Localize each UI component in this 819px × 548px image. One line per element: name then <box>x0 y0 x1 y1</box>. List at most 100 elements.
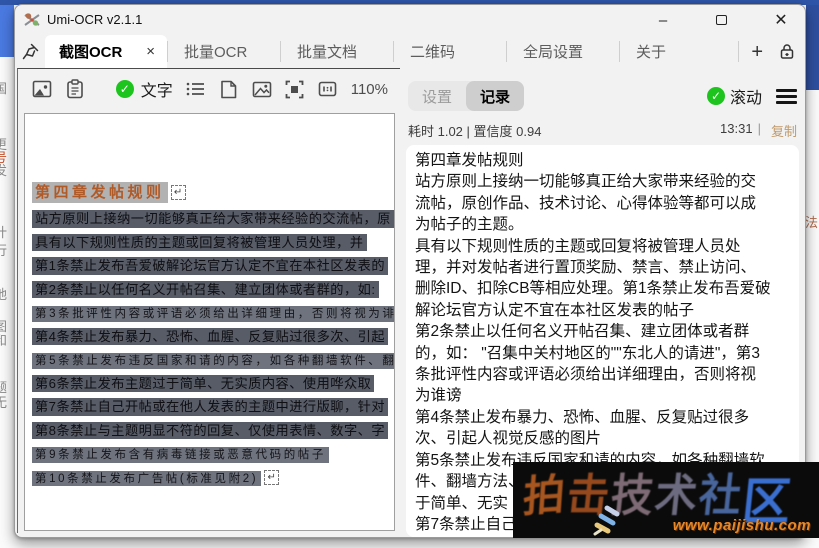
screenshot-icon <box>32 80 52 98</box>
ocr-result-line: 次、引起人视觉反感的图片 <box>415 428 790 449</box>
ocr-result-line: 流帖，原创作品、技术讨论、心得体验等都可以成 <box>415 193 790 214</box>
ocr-overlay-text: 第3条批评性内容或评语必须给出详细理由，否则将视为诽 <box>32 306 394 322</box>
add-tab-button[interactable]: + <box>751 42 763 62</box>
ocr-overlay-line: 具有以下规则性质的主题或回复将被管理人员处理，并 <box>32 234 394 252</box>
pin-window-button[interactable] <box>15 35 45 68</box>
close-window-button[interactable]: ✕ <box>761 5 801 35</box>
ocr-overlay-text: 第1条禁止发布吾爱破解论坛官方认定不宜在本社区发表的 <box>32 257 388 275</box>
ocr-overlay-text: 第10条禁止发布广告帖(标准见附2) <box>32 471 261 487</box>
ocr-overlay-line: 第四章发帖规则↵ <box>32 182 394 203</box>
list-order-icon <box>186 81 205 97</box>
zoom-level-label: 110% <box>351 81 388 98</box>
ocr-overlay-line: 第10条禁止发布广告帖(标准见附2)↵ <box>32 469 394 487</box>
tab-settings[interactable]: 设置 <box>408 81 466 111</box>
watermark-pen-doodle-icon <box>591 504 633 538</box>
ocr-result-line: 解论坛官方认定不宜在本社区发表的帖子 <box>415 300 790 321</box>
tab-close-icon[interactable]: × <box>144 43 157 60</box>
lock-tabs-button[interactable] <box>779 43 795 60</box>
background-text-fragment: 地 <box>0 284 13 303</box>
lock-icon <box>779 43 795 60</box>
tab-about[interactable]: 关于 <box>619 41 732 62</box>
ocr-overlay-line: 第1条禁止发布吾爱破解论坛官方认定不宜在本社区发表的 <box>32 257 394 275</box>
maximize-glyph <box>716 15 727 25</box>
ocr-result-line: 条批评性内容或评语必须给出详细理由，否则将视 <box>415 364 790 385</box>
tab-batch-ocr[interactable]: 批量OCR <box>167 41 280 62</box>
screenshot-image-viewport[interactable]: 第四章发帖规则↵站方原则上接纳一切能够真正给大家带来经验的交流帖，原具有以下规则… <box>24 113 395 531</box>
ocr-result-line: 第2条禁止以任何名义开帖召集、建立团体或者群 <box>415 321 790 342</box>
ocr-result-line: 第四章发帖规则 <box>415 150 790 171</box>
tab-bar: 截图OCR × 批量OCR 批量文档 二维码 全局设置 关于 + <box>15 35 805 68</box>
fit-view-button[interactable] <box>285 79 305 99</box>
screenshot-viewer-panel: ✓ 文字 <box>17 68 400 533</box>
meta-separator: | <box>758 121 761 140</box>
record-meta-row: 耗时 1.02 | 置信度 0.94 13:31 | 复制 <box>408 121 797 140</box>
actual-size-button[interactable] <box>318 79 338 99</box>
ocr-overlay-text: 站方原则上接纳一切能够真正给大家带来经验的交流帖，原 <box>32 210 394 228</box>
records-menu-button[interactable] <box>776 89 797 104</box>
app-window: Umi-OCR v2.1.1 – ✕ 截图OCR × 批量OCR 批量文档 二维… <box>14 4 806 538</box>
image-icon <box>252 81 272 98</box>
ocr-result-line: 为帖子的主题。 <box>415 214 790 235</box>
screenshot-button[interactable] <box>32 79 52 99</box>
tab-records[interactable]: 记录 <box>466 81 524 111</box>
fit-screen-icon <box>285 80 304 99</box>
minimize-button[interactable]: – <box>643 5 683 35</box>
background-text-fragment: 国 <box>0 78 13 97</box>
background-text-fragment: 法 <box>805 212 819 231</box>
ocr-result-line: 具有以下规则性质的主题或回复将被管理人员处 <box>415 236 790 257</box>
maximize-button[interactable] <box>701 5 741 35</box>
clipboard-paste-icon <box>66 79 84 99</box>
background-text-fragment: 计 <box>0 222 13 241</box>
ocr-overlay-text: 第8条禁止与主题明显不符的回复、仅使用表情、数字、字 <box>32 422 388 440</box>
viewer-toolbar: ✓ 文字 <box>18 69 400 109</box>
meta-spacer <box>541 121 720 140</box>
copy-button[interactable]: 复制 <box>771 121 797 140</box>
ocr-result-line: 为谁谤 <box>415 385 790 406</box>
enter-symbol-icon: ↵ <box>264 470 279 485</box>
tab-screenshot-ocr[interactable]: 截图OCR × <box>45 35 167 68</box>
ocr-overlay-line: 站方原则上接纳一切能够真正给大家带来经验的交流帖，原 <box>32 210 394 228</box>
text-order-button[interactable] <box>186 79 206 99</box>
record-time: 13:31 <box>720 121 753 140</box>
panel-tab-switch: 设置 记录 <box>408 81 524 111</box>
tab-global-settings[interactable]: 全局设置 <box>506 41 619 62</box>
record-stats: 耗时 1.02 | 置信度 0.94 <box>408 121 541 140</box>
ocr-result-line: 理，并对发帖者进行置顶奖励、禁言、禁止访问、 <box>415 257 790 278</box>
ocr-overlay-layer: 第四章发帖规则↵站方原则上接纳一切能够真正给大家带来经验的交流帖，原具有以下规则… <box>32 182 394 492</box>
export-image-button[interactable] <box>252 79 272 99</box>
ocr-overlay-text: 第四章发帖规则 <box>32 182 168 203</box>
tab-qrcode[interactable]: 二维码 <box>393 41 506 62</box>
background-text-fragment: 行 <box>0 240 13 259</box>
ocr-overlay-line: 第6条禁止发布主题过于简单、无实质内容、使用哗众取 <box>32 375 394 393</box>
save-file-icon <box>220 80 237 99</box>
pushpin-icon <box>22 43 39 60</box>
text-mode-checkbox[interactable]: ✓ <box>116 80 134 98</box>
ocr-overlay-text: 第5条禁止发布违反国家和请的内容，如各种翻墙软件、翻 <box>32 353 394 369</box>
ocr-overlay-line: 第5条禁止发布违反国家和请的内容，如各种翻墙软件、翻 <box>32 351 394 369</box>
tab-label: 截图OCR <box>59 41 122 62</box>
ocr-overlay-line: 第9条禁止发布含有病毒链接或恶意代码的帖子 <box>32 445 394 463</box>
auto-scroll-toggle[interactable]: ✓ 滚动 <box>707 84 762 108</box>
ocr-result-line: 的，如： "召集中关村地区的""东北人的请进"，第3 <box>415 343 790 364</box>
ocr-overlay-text: 第6条禁止发布主题过于简单、无实质内容、使用哗众取 <box>32 375 374 393</box>
ocr-overlay-line: 第4条禁止发布暴力、恐怖、血腥、反复贴过很多次、引起 <box>32 328 394 346</box>
ocr-overlay-text: 第7条禁止自己开帖或在他人发表的主题中进行版聊，针对 <box>32 398 388 416</box>
ocr-overlay-line: 第7条禁止自己开帖或在他人发表的主题中进行版聊，针对 <box>32 398 394 416</box>
enter-symbol-icon: ↵ <box>171 185 186 200</box>
ocr-overlay-line: 第2条禁止以任何名义开帖召集、建立团体或者群的，如: <box>32 281 394 299</box>
ocr-result-line: 第4条禁止发布暴力、恐怖、血腥、反复贴过很多 <box>415 407 790 428</box>
ocr-overlay-line: 第8条禁止与主题明显不符的回复、仅使用表情、数字、字 <box>32 422 394 440</box>
scroll-label: 滚动 <box>730 84 762 108</box>
watermark-url: www.paijishu.com <box>673 517 811 534</box>
screenshot-stage: 国更号发计行地图和题无 法 Umi-OCR v2.1.1 – ✕ <box>0 0 819 548</box>
tab-batch-doc[interactable]: 批量文档 <box>280 41 393 62</box>
app-logo-icon <box>23 11 41 29</box>
ocr-result-line: 站方原则上接纳一切能够真正给大家带来经验的交 <box>415 171 790 192</box>
title-bar[interactable]: Umi-OCR v2.1.1 – ✕ <box>15 5 805 35</box>
save-result-button[interactable] <box>219 79 239 99</box>
paste-image-button[interactable] <box>65 79 85 99</box>
ocr-overlay-text: 第2条禁止以任何名义开帖召集、建立团体或者群的，如: <box>32 281 379 299</box>
one-to-one-icon <box>318 81 337 97</box>
background-text-fragment: 和 <box>0 330 13 349</box>
background-text-fragment: 无 <box>0 392 13 411</box>
